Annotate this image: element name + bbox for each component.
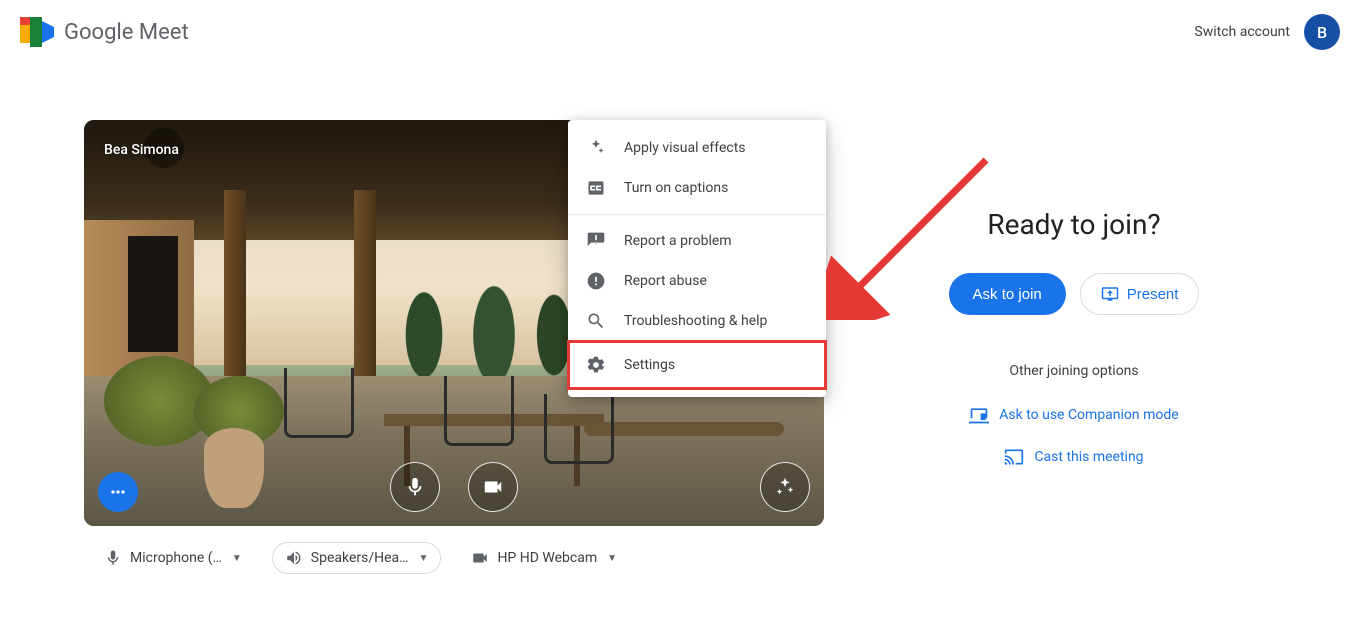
menu-item-visual-effects[interactable]: Apply visual effects bbox=[568, 128, 826, 168]
ready-title: Ready to join? bbox=[987, 208, 1160, 241]
menu-label: Apply visual effects bbox=[624, 140, 746, 156]
menu-item-troubleshooting[interactable]: Troubleshooting & help bbox=[568, 301, 826, 341]
header-right: Switch account B bbox=[1194, 14, 1340, 50]
meet-logo-icon bbox=[20, 17, 56, 47]
speaker-selector[interactable]: Speakers/Hea… ▼ bbox=[272, 542, 442, 574]
present-label: Present bbox=[1127, 286, 1179, 303]
chevron-down-icon: ▼ bbox=[232, 553, 242, 564]
menu-label: Report abuse bbox=[624, 273, 707, 289]
brand: Google Meet bbox=[20, 17, 189, 47]
preview-column: Bea Simona Apply visual effects bbox=[84, 120, 824, 574]
menu-item-captions[interactable]: Turn on captions bbox=[568, 168, 826, 208]
companion-label: Ask to use Companion mode bbox=[999, 407, 1178, 423]
cast-meeting-link[interactable]: Cast this meeting bbox=[1004, 447, 1143, 467]
cast-label: Cast this meeting bbox=[1034, 449, 1143, 465]
chevron-down-icon: ▼ bbox=[419, 553, 429, 564]
device-selector-row: Microphone (… ▼ Speakers/Hea… ▼ HP HD We… bbox=[84, 542, 824, 574]
ask-to-join-button[interactable]: Ask to join bbox=[949, 273, 1066, 315]
companion-mode-link[interactable]: Ask to use Companion mode bbox=[969, 405, 1178, 425]
main: Bea Simona Apply visual effects bbox=[84, 120, 1264, 574]
camera-toggle-button[interactable] bbox=[468, 462, 518, 512]
header-bar: Google Meet Switch account B bbox=[0, 0, 1360, 64]
camera-selector[interactable]: HP HD Webcam ▼ bbox=[459, 543, 629, 573]
menu-label: Settings bbox=[624, 357, 675, 373]
preview-controls bbox=[84, 462, 824, 512]
speaker-label: Speakers/Hea… bbox=[311, 550, 409, 566]
menu-label: Troubleshooting & help bbox=[624, 313, 767, 329]
menu-item-report-abuse[interactable]: Report abuse bbox=[568, 261, 826, 301]
mic-selector[interactable]: Microphone (… ▼ bbox=[92, 543, 254, 573]
visual-effects-button[interactable] bbox=[760, 462, 810, 512]
menu-item-report-problem[interactable]: Report a problem bbox=[568, 221, 826, 261]
menu-label: Report a problem bbox=[624, 233, 732, 249]
present-button[interactable]: Present bbox=[1080, 273, 1200, 315]
more-options-button[interactable] bbox=[98, 472, 138, 512]
menu-divider bbox=[568, 214, 826, 215]
chevron-down-icon: ▼ bbox=[607, 553, 617, 564]
other-options-title: Other joining options bbox=[1009, 363, 1138, 379]
avatar[interactable]: B bbox=[1304, 14, 1340, 50]
switch-account-link[interactable]: Switch account bbox=[1194, 24, 1290, 40]
menu-label: Turn on captions bbox=[624, 180, 728, 196]
mic-toggle-button[interactable] bbox=[390, 462, 440, 512]
product-name: Google Meet bbox=[64, 20, 189, 45]
more-options-menu: Apply visual effects Turn on captions Re… bbox=[568, 120, 826, 397]
join-buttons: Ask to join Present bbox=[949, 273, 1200, 315]
video-preview: Bea Simona Apply visual effects bbox=[84, 120, 824, 526]
camera-label: HP HD Webcam bbox=[497, 550, 597, 566]
participant-name: Bea Simona bbox=[104, 142, 179, 158]
join-column: Ready to join? Ask to join Present Other… bbox=[884, 120, 1264, 574]
mic-label: Microphone (… bbox=[130, 550, 222, 566]
menu-item-settings[interactable]: Settings bbox=[568, 341, 826, 389]
